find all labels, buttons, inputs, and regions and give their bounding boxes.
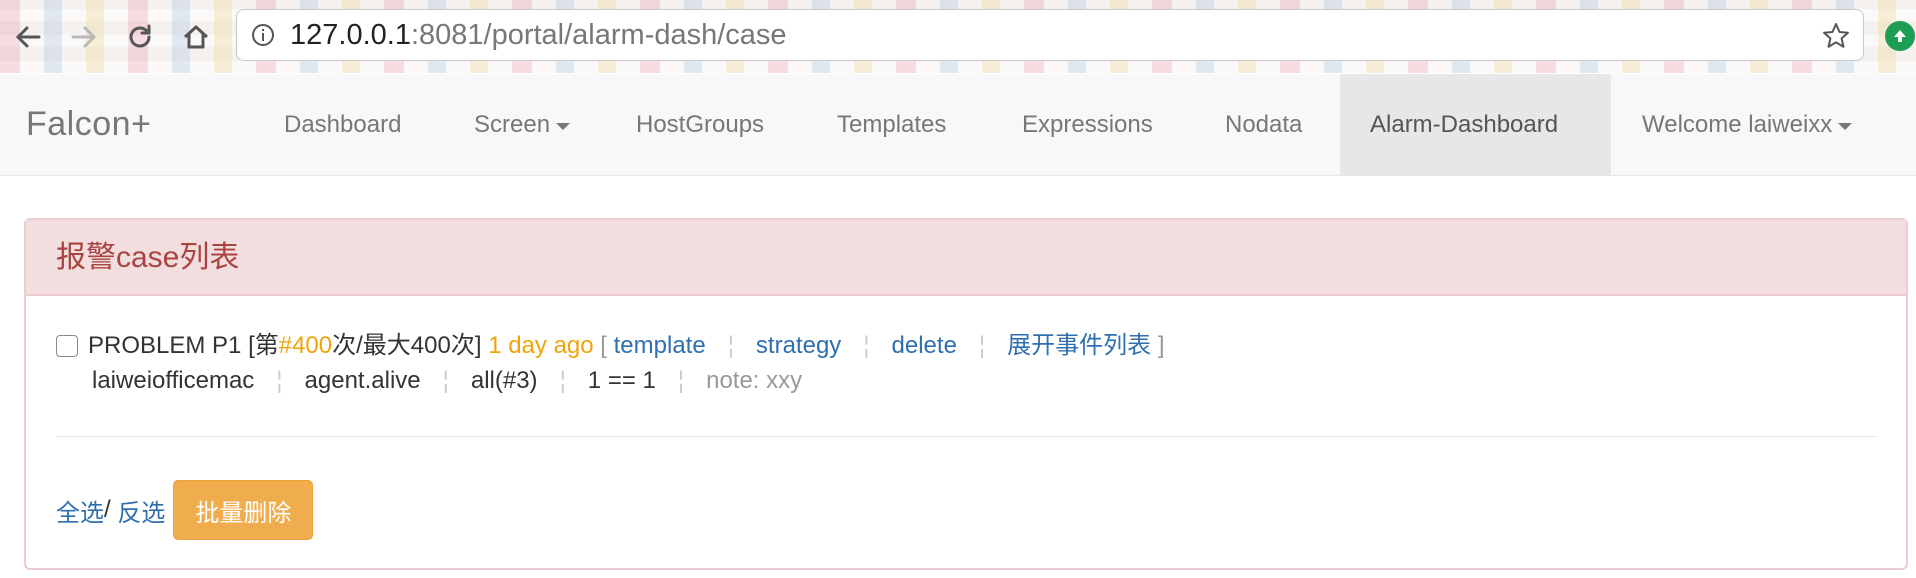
case-detail-row: laiweiofficemac ¦ agent.alive ¦ all(#3) ¦ 1 ==… <box>92 366 802 396</box>
case-host: laiweiofficemac <box>92 367 255 394</box>
expand-events-link[interactable]: 展开事件列表 <box>1007 331 1151 361</box>
nav-screen-dropdown[interactable]: Screen <box>444 74 600 175</box>
batch-actions: 全选 / 反选 批量删除 <box>56 480 314 540</box>
panel-title: 报警case列表 <box>56 241 240 274</box>
bookmark-star-icon[interactable] <box>1821 21 1851 51</box>
delete-link[interactable]: delete <box>892 331 957 361</box>
strategy-link[interactable]: strategy <box>756 331 841 361</box>
top-navbar: Falcon+ Dashboard Screen HostGroups Temp… <box>0 74 1916 176</box>
nav-alarm-dashboard[interactable]: Alarm-Dashboard <box>1340 74 1611 175</box>
reload-icon[interactable] <box>122 19 158 55</box>
info-icon[interactable] <box>251 23 275 47</box>
nav-user-label: Welcome laiweixx <box>1642 110 1833 138</box>
extension-update-icon[interactable] <box>1885 21 1915 51</box>
separator: ¦ <box>442 367 449 394</box>
separator: ¦ <box>978 332 986 359</box>
browser-toolbar: 127.0.0.1:8081/portal/alarm-dash/case <box>0 0 1916 73</box>
nav-alarm-dashboard-label: Alarm-Dashboard <box>1370 110 1559 138</box>
nav-nodata[interactable]: Nodata <box>1195 74 1332 175</box>
nav-user-menu[interactable]: Welcome laiweixx <box>1612 74 1882 175</box>
url-text: 127.0.0.1:8081/portal/alarm-dash/case <box>290 19 787 51</box>
separator: ¦ <box>276 367 283 394</box>
nav-dashboard[interactable]: Dashboard <box>254 74 431 175</box>
case-condition: 1 == 1 <box>587 367 656 394</box>
case-metric: agent.alive <box>304 367 421 394</box>
address-bar[interactable]: 127.0.0.1:8081/portal/alarm-dash/case <box>236 9 1864 61</box>
nav-hostgroups-label: HostGroups <box>636 110 765 138</box>
case-summary-row: PROBLEM P1 [第 #400 次/最大400次] 1 day ago [ t… <box>56 331 1165 361</box>
case-status: PROBLEM P1 <box>88 332 242 359</box>
case-note: note: xxy <box>706 367 803 394</box>
url-host: 127.0.0.1 <box>290 19 411 51</box>
nav-templates[interactable]: Templates <box>807 74 976 175</box>
panel-heading: 报警case列表 <box>26 220 1906 296</box>
case-checkbox[interactable] <box>56 335 78 357</box>
separator: ¦ <box>559 367 566 394</box>
brand-logo[interactable]: Falcon+ <box>26 104 151 144</box>
case-time-ago: 1 day ago <box>488 332 594 359</box>
nav-expressions[interactable]: Expressions <box>992 74 1183 175</box>
forward-icon[interactable] <box>66 19 102 55</box>
nav-templates-label: Templates <box>837 110 947 138</box>
case-tags: all(#3) <box>470 367 538 394</box>
nav-dashboard-label: Dashboard <box>284 110 402 138</box>
batch-delete-button[interactable]: 批量删除 <box>173 480 314 540</box>
separator: ¦ <box>677 367 685 394</box>
chevron-down-icon <box>1838 122 1853 130</box>
nav-screen-label: Screen <box>474 110 551 138</box>
bracket-open: [ <box>600 332 607 359</box>
nav-expressions-label: Expressions <box>1022 110 1153 138</box>
nav-hostgroups[interactable]: HostGroups <box>606 74 794 175</box>
nav-nodata-label: Nodata <box>1225 110 1303 138</box>
separator: ¦ <box>727 332 734 359</box>
url-path: :8081/portal/alarm-dash/case <box>410 19 787 51</box>
bracket-close: ] <box>1157 332 1165 359</box>
case-count-prefix: [第 <box>248 332 279 359</box>
case-count-suffix: 次/最大400次] <box>332 332 482 359</box>
slash-separator: / <box>104 496 111 523</box>
invert-selection-link[interactable]: 反选 <box>117 493 165 528</box>
back-icon[interactable] <box>10 19 46 55</box>
separator: ¦ <box>863 332 870 359</box>
home-icon[interactable] <box>178 19 214 55</box>
select-all-link[interactable]: 全选 <box>56 493 104 528</box>
divider <box>56 436 1876 437</box>
template-link[interactable]: template <box>614 331 706 361</box>
case-count-value: #400 <box>278 332 333 359</box>
chevron-down-icon <box>556 122 571 130</box>
alarm-case-panel: 报警case列表 PROBLEM P1 [第 #400 次/最大400次] 1 da… <box>24 218 1908 570</box>
